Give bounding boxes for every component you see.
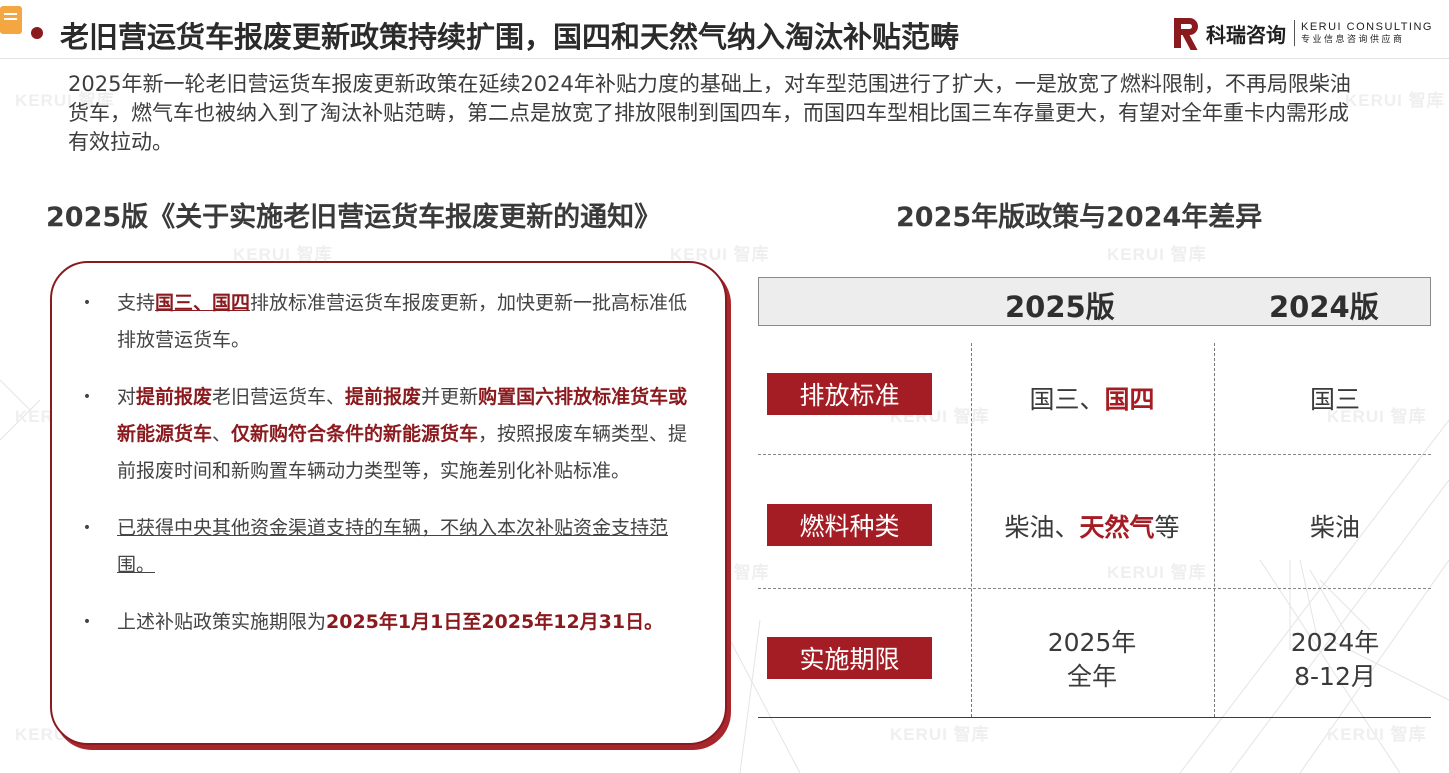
bullet-text: 老旧营运货车、 bbox=[212, 386, 346, 408]
bullet-text: 对 bbox=[117, 386, 137, 408]
bullet-dot: • bbox=[82, 295, 92, 311]
intro-paragraph: 2025年新一轮老旧营运货车报废更新政策在延续2024年补贴力度的基础上，对车型… bbox=[68, 72, 1351, 154]
table-cell: 2025年全年 bbox=[971, 626, 1213, 694]
cell-text: 全年 bbox=[1066, 662, 1117, 691]
list-item: • 上述补贴政策实施期限为2025年1月1日至2025年12月31日。 bbox=[82, 604, 702, 641]
highlight-text: 仅新购符合条件的新能源货车 bbox=[231, 423, 479, 445]
list-item: • 支持国三、国四排放标准营运货车报废更新，加快更新一批高标准低排放营运货车。 bbox=[82, 285, 702, 359]
highlight-text: 国三、国四 bbox=[155, 292, 251, 314]
row-label-period: 实施期限 bbox=[767, 637, 932, 679]
bullet-dot: • bbox=[82, 520, 92, 536]
row-divider bbox=[758, 454, 1431, 455]
cell-text: 柴油、 bbox=[1004, 513, 1080, 542]
notice-heading: 2025版《关于实施老旧营运货车报废更新的通知》 bbox=[46, 202, 662, 233]
row-divider bbox=[758, 588, 1431, 589]
column-header-2025: 2025版 bbox=[1005, 290, 1115, 324]
watermark: KERUI 智库 bbox=[1107, 563, 1207, 582]
list-item: • 已获得中央其他资金渠道支持的车辆，不纳入本次补贴资金支持范围。 bbox=[82, 510, 702, 584]
highlight-text: 提前报废 bbox=[345, 386, 422, 408]
cell-text: 2024年 bbox=[1290, 628, 1380, 657]
cell-highlight: 国四 bbox=[1104, 385, 1155, 414]
watermark: KERUI 智库 bbox=[1107, 245, 1207, 264]
cell-highlight: 天然气 bbox=[1079, 513, 1155, 542]
brand-name: 科瑞咨询 bbox=[1206, 22, 1286, 47]
highlight-text: 2025年1月1日至2025年12月31日。 bbox=[326, 611, 664, 633]
chat-icon[interactable] bbox=[0, 6, 22, 34]
brand-english: KERUI CONSULTING bbox=[1301, 20, 1433, 33]
column-header-2024: 2024版 bbox=[1269, 290, 1379, 324]
cell-text: 8-12月 bbox=[1294, 662, 1376, 691]
table-cell: 2024年 8-12月 bbox=[1214, 626, 1449, 694]
cell-text: 2025年 bbox=[1047, 628, 1137, 657]
comparison-heading: 2025年版政策与2024年差异 bbox=[896, 202, 1263, 233]
watermark: KERUI 智库 bbox=[890, 725, 990, 744]
bullet-text: 已获得中央其他资金渠道支持的车辆，不纳入本次补贴资金支持范围。 bbox=[117, 517, 669, 576]
page-title: 老旧营运货车报废更新政策持续扩围，国四和天然气纳入淘汰补贴范畴 bbox=[60, 20, 960, 54]
bullet-dot: • bbox=[82, 389, 92, 405]
table-cell: 柴油 bbox=[1309, 513, 1360, 542]
policy-card: • 支持国三、国四排放标准营运货车报废更新，加快更新一批高标准低排放营运货车。 •… bbox=[50, 261, 727, 745]
table-header: 2025版 2024版 bbox=[758, 277, 1431, 326]
kerui-logo bbox=[1174, 18, 1200, 50]
list-item: • 对提前报废老旧营运货车、提前报废并更新购置国六排放标准货车或新能源货车、仅新购… bbox=[82, 379, 702, 490]
policy-bullets: • 支持国三、国四排放标准营运货车报废更新，加快更新一批高标准低排放营运货车。 •… bbox=[82, 285, 702, 661]
header-divider bbox=[0, 58, 1449, 59]
highlight-text: 提前报废 bbox=[136, 386, 213, 408]
row-label-fuel: 燃料种类 bbox=[767, 504, 932, 546]
bullet-text: 、 bbox=[212, 423, 232, 445]
brand: 科瑞咨询 KERUI CONSULTING 专业信息咨询供应商 bbox=[1174, 16, 1433, 50]
cell-text: 等 bbox=[1154, 513, 1180, 542]
bullet-text: 上述补贴政策实施期限为 bbox=[117, 611, 327, 633]
row-label-emission: 排放标准 bbox=[767, 373, 932, 415]
cell-text: 国三、 bbox=[1029, 385, 1105, 414]
table-bottom-rule bbox=[758, 717, 1431, 718]
watermark: KERUI 智库 bbox=[1327, 725, 1427, 744]
table-cell: 国三 bbox=[1309, 385, 1360, 414]
bullet-text: 并更新 bbox=[421, 386, 479, 408]
bullet-text: 支持 bbox=[117, 292, 156, 314]
bullet-dot: • bbox=[82, 614, 92, 630]
brand-divider bbox=[1294, 20, 1295, 46]
brand-tagline: 专业信息咨询供应商 bbox=[1301, 34, 1405, 45]
table-cell: 柴油、天然气等 bbox=[971, 508, 1213, 544]
table-cell: 国三、国四 bbox=[971, 380, 1213, 416]
title-bullet bbox=[31, 27, 43, 39]
